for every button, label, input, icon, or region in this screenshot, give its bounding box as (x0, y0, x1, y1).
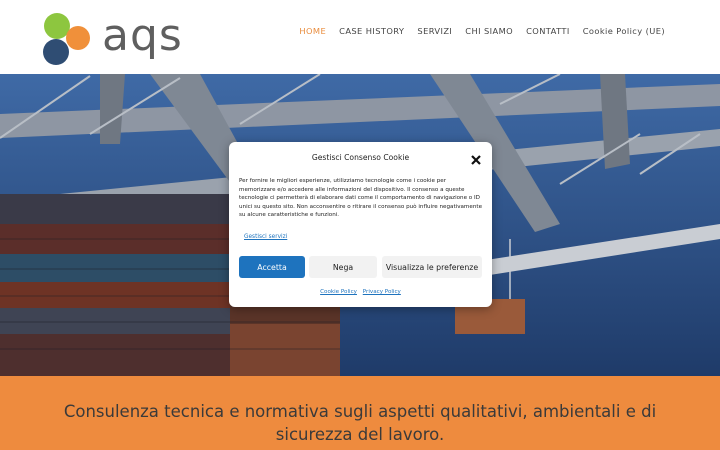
aqs-logo[interactable]: aqs (41, 10, 193, 65)
logo-text: aqs (102, 10, 183, 61)
view-preferences-button[interactable]: Visualizza le preferenze (382, 256, 482, 278)
site-header: aqs HOME CASE HISTORY SERVIZI CHI SIAMO … (0, 0, 720, 74)
nav-contatti[interactable]: CONTATTI (526, 26, 570, 36)
modal-body-text: Per fornire le migliori esperienze, util… (239, 178, 483, 219)
nav-cookie-policy[interactable]: Cookie Policy (UE) (583, 26, 665, 36)
nav-chi-siamo[interactable]: CHI SIAMO (465, 26, 513, 36)
cookie-consent-modal: Gestisci Consenso Cookie Per fornire le … (229, 142, 492, 307)
privacy-policy-link[interactable]: Privacy Policy (363, 289, 401, 295)
nav-case-history[interactable]: CASE HISTORY (339, 26, 404, 36)
main-nav: HOME CASE HISTORY SERVIZI CHI SIAMO CONT… (299, 26, 665, 36)
logo-circles-icon (43, 13, 90, 65)
accept-button[interactable]: Accetta (239, 256, 305, 278)
cookie-policy-link[interactable]: Cookie Policy (320, 289, 357, 295)
policy-links: Cookie Policy Privacy Policy (229, 289, 492, 295)
nav-home[interactable]: HOME (299, 26, 326, 36)
modal-title: Gestisci Consenso Cookie (311, 153, 410, 162)
nav-servizi[interactable]: SERVIZI (417, 26, 452, 36)
tagline-text: Consulenza tecnica e normativa sugli asp… (63, 402, 657, 444)
manage-services-link[interactable]: Gestisci servizi (244, 234, 287, 240)
close-icon[interactable] (470, 151, 482, 165)
deny-button[interactable]: Nega (309, 256, 377, 278)
tagline-band: Consulenza tecnica e normativa sugli asp… (0, 376, 720, 450)
